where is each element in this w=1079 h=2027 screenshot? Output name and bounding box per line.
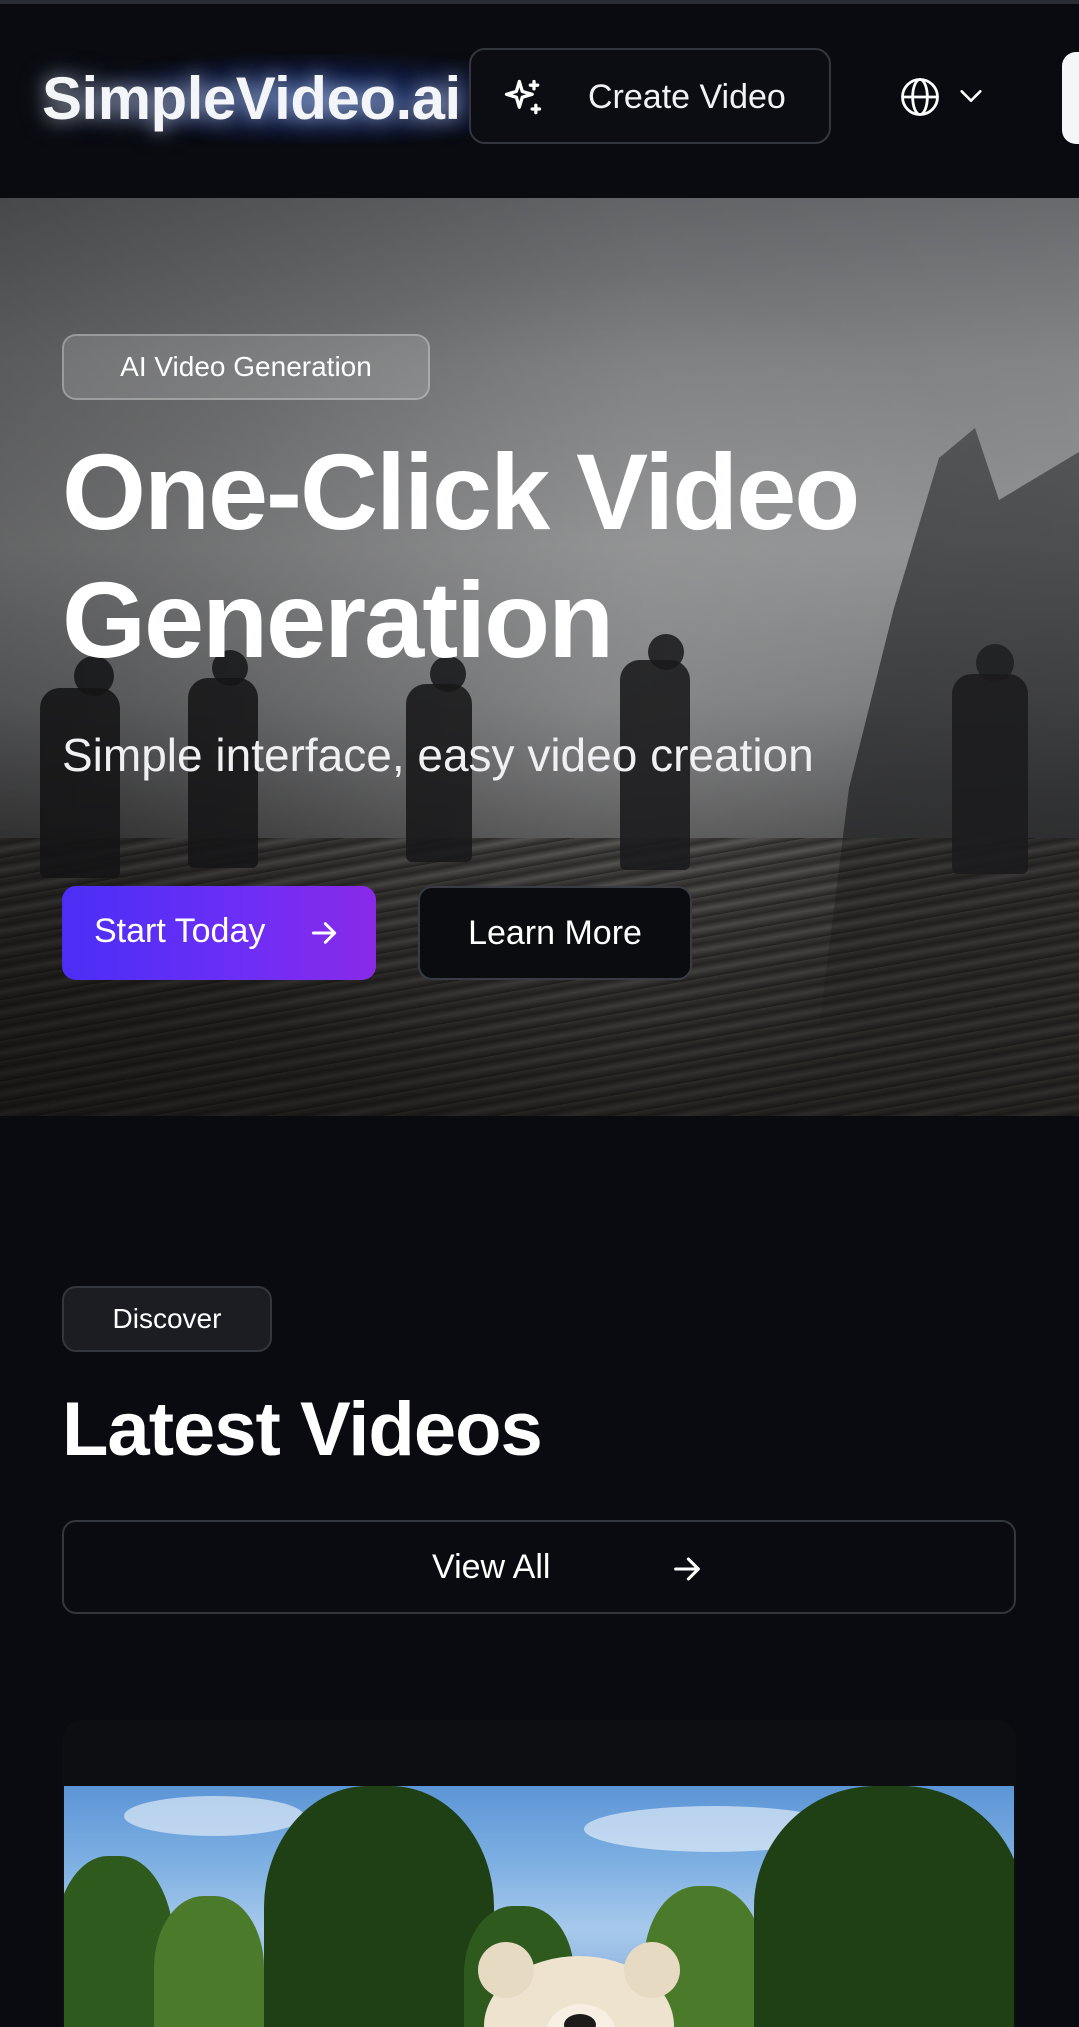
view-all-button[interactable]: View All: [62, 1520, 1016, 1614]
create-video-label: Create Video: [588, 78, 786, 116]
bear-ear: [478, 1942, 534, 1998]
learn-more-button[interactable]: Learn More: [418, 886, 692, 980]
arrow-right-icon: [311, 922, 337, 944]
hero-section: AI Video Generation One-Click Video Gene…: [0, 198, 1079, 1116]
bear-ear: [624, 1942, 680, 1998]
teddy-bear: [478, 1942, 680, 2027]
tree: [754, 1786, 1014, 2027]
learn-more-label: Learn More: [468, 914, 642, 952]
start-today-button[interactable]: Start Today: [62, 886, 376, 980]
hero-title: One-Click Video Generation: [62, 431, 860, 680]
latest-videos-section: Discover Latest Videos View All: [0, 1116, 1079, 2027]
header-action-button[interactable]: [1062, 52, 1079, 144]
section-title: Latest Videos: [62, 1387, 543, 1472]
arrow-right-icon: [674, 1557, 700, 1581]
create-video-button[interactable]: Create Video: [469, 48, 831, 144]
logo-link[interactable]: SimpleVideo.ai: [30, 44, 490, 154]
video-thumbnail[interactable]: [64, 1786, 1014, 2027]
video-card[interactable]: [62, 1720, 1016, 2027]
start-today-label: Start Today: [94, 912, 266, 950]
tree: [264, 1786, 494, 2027]
tree: [154, 1896, 264, 2027]
cloud: [124, 1796, 304, 1836]
hero-badge: AI Video Generation: [62, 334, 430, 400]
globe-icon: [901, 78, 939, 116]
view-all-label: View All: [432, 1548, 551, 1586]
site-logo: SimpleVideo.ai: [42, 65, 461, 132]
hero-subtitle: Simple interface, easy video creation: [62, 729, 814, 781]
discover-badge: Discover: [62, 1286, 272, 1352]
site-header: SimpleVideo.ai Create Video: [0, 4, 1079, 198]
sparkles-icon: [504, 79, 542, 115]
chevron-down-icon: [960, 90, 982, 102]
language-selector[interactable]: [895, 74, 1005, 124]
